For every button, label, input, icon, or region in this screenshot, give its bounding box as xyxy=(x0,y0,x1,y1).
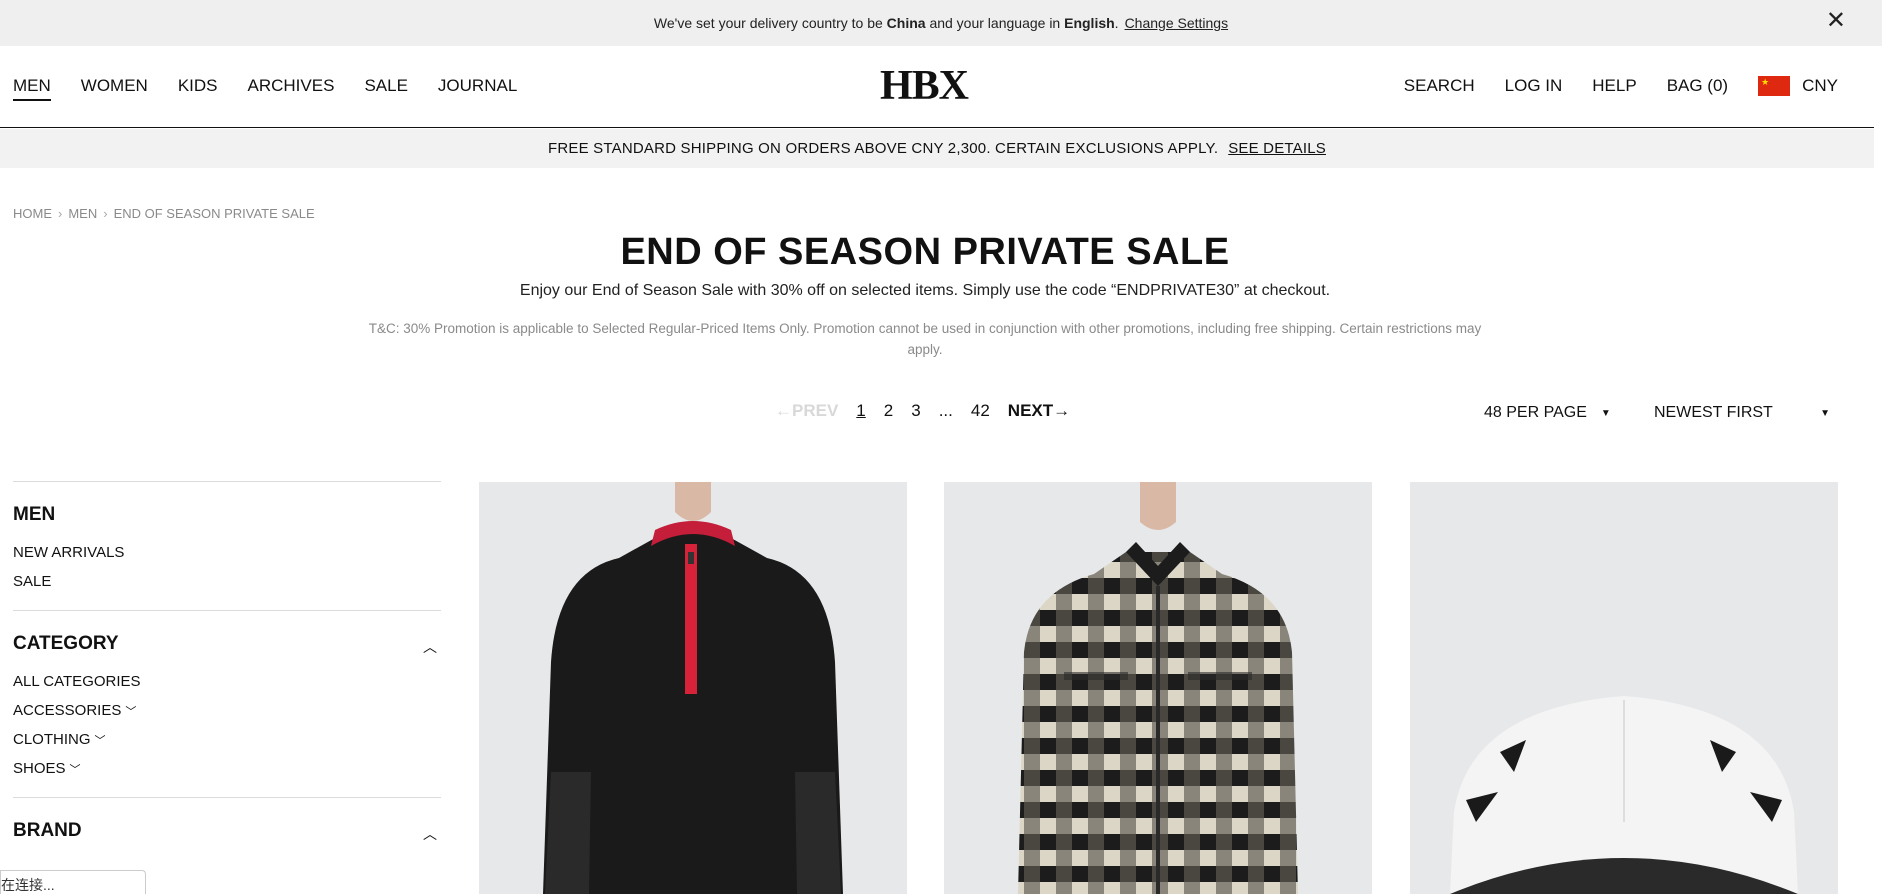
shipping-banner: FREE STANDARD SHIPPING ON ORDERS ABOVE C… xyxy=(0,129,1874,168)
notice-language: English xyxy=(1064,15,1115,31)
nav-women[interactable]: WOMEN xyxy=(81,76,148,101)
page-42-link[interactable]: 42 xyxy=(971,401,990,421)
chevron-down-icon: ﹀ xyxy=(69,763,81,776)
bag-link[interactable]: BAG (0) xyxy=(1667,76,1728,96)
category-heading: CATEGORY xyxy=(13,633,119,654)
caret-down-icon: ▼ xyxy=(1820,407,1830,419)
currency-selector[interactable]: CNY xyxy=(1758,76,1838,96)
breadcrumb-home[interactable]: HOME xyxy=(13,206,52,221)
connection-status: 在连接... xyxy=(0,870,146,894)
breadcrumb-separator-icon: › xyxy=(58,206,63,221)
accessories-label: ACCESSORIES xyxy=(13,702,122,719)
notice-country: China xyxy=(886,15,926,31)
product-card[interactable] xyxy=(1410,482,1838,894)
close-icon[interactable]: ✕ xyxy=(1826,9,1846,33)
help-link[interactable]: HELP xyxy=(1592,76,1636,96)
page-2-link[interactable]: 2 xyxy=(884,401,893,421)
page-3-link[interactable]: 3 xyxy=(911,401,920,421)
category-section: CATEGORY ︿ ALL CATEGORIES ACCESSORIES ﹀ … xyxy=(13,610,441,797)
brand-section: BRAND ︿ xyxy=(13,797,441,880)
main-nav: MEN WOMEN KIDS ARCHIVES SALE JOURNAL xyxy=(13,76,517,101)
page-1-link[interactable]: 1 xyxy=(856,401,865,421)
page-subtitle: Enjoy our End of Season Sale with 30% of… xyxy=(519,282,1331,299)
breadcrumb: HOME › MEN › END OF SEASON PRIVATE SALE xyxy=(13,206,315,221)
clothing-filter[interactable]: CLOTHING ﹀ xyxy=(13,731,441,748)
prev-page-button[interactable]: ←PREV xyxy=(775,401,838,421)
all-categories-link[interactable]: ALL CATEGORIES xyxy=(13,673,441,690)
sort-select[interactable]: NEWEST FIRST ▼ xyxy=(1654,404,1830,422)
sort-value: NEWEST FIRST xyxy=(1654,404,1773,421)
check-shirt-product-image xyxy=(944,482,1372,894)
see-details-link[interactable]: SEE DETAILS xyxy=(1228,140,1326,157)
shoes-filter[interactable]: SHOES ﹀ xyxy=(13,760,441,777)
nav-journal[interactable]: JOURNAL xyxy=(438,76,517,101)
per-page-value: 48 PER PAGE xyxy=(1484,404,1587,421)
caret-down-icon: ▼ xyxy=(1600,407,1611,419)
breadcrumb-men[interactable]: MEN xyxy=(68,206,97,221)
chevron-up-icon[interactable]: ︿ xyxy=(423,637,437,657)
fleece-product-image xyxy=(479,482,907,894)
brand-heading: BRAND xyxy=(13,820,82,841)
utility-nav: SEARCH LOG IN HELP BAG (0) CNY xyxy=(1404,76,1838,96)
nav-archives[interactable]: ARCHIVES xyxy=(248,76,335,101)
pagination: ←PREV 1 2 3 ... 42 NEXT→ xyxy=(775,401,1070,421)
breadcrumb-separator-icon: › xyxy=(103,206,108,221)
china-flag-icon xyxy=(1758,76,1791,96)
chevron-up-icon[interactable]: ︿ xyxy=(423,824,437,844)
nav-men[interactable]: MEN xyxy=(13,76,51,101)
chevron-down-icon: ﹀ xyxy=(94,734,106,747)
next-page-button[interactable]: NEXT→ xyxy=(1008,401,1070,421)
filter-sidebar: MEN NEW ARRIVALS SALE CATEGORY ︿ ALL CAT… xyxy=(13,481,441,880)
men-heading: MEN xyxy=(13,504,56,525)
shoes-label: SHOES xyxy=(13,760,66,777)
sale-link[interactable]: SALE xyxy=(13,573,441,590)
currency-label: CNY xyxy=(1802,76,1838,95)
notice-text-mid: and your language in xyxy=(929,15,1061,31)
nav-sale[interactable]: SALE xyxy=(364,76,407,101)
site-header: MEN WOMEN KIDS ARCHIVES SALE JOURNAL HBX… xyxy=(0,46,1874,128)
breadcrumb-current: END OF SEASON PRIVATE SALE xyxy=(113,206,315,221)
login-link[interactable]: LOG IN xyxy=(1505,76,1563,96)
accessories-filter[interactable]: ACCESSORIES ﹀ xyxy=(13,702,441,719)
clothing-label: CLOTHING xyxy=(13,731,91,748)
page-title: END OF SEASON PRIVATE SALE xyxy=(620,231,1230,273)
product-card[interactable] xyxy=(944,482,1372,894)
men-section: MEN NEW ARRIVALS SALE xyxy=(13,481,441,610)
search-link[interactable]: SEARCH xyxy=(1404,76,1475,96)
cap-product-image xyxy=(1410,482,1838,894)
product-card[interactable] xyxy=(479,482,907,894)
pagination-ellipsis: ... xyxy=(938,401,953,420)
chevron-down-icon: ﹀ xyxy=(125,705,137,718)
shipping-text: FREE STANDARD SHIPPING ON ORDERS ABOVE C… xyxy=(548,140,1219,157)
locale-notice-bar: We've set your delivery country to be Ch… xyxy=(0,0,1882,46)
per-page-select[interactable]: 48 PER PAGE ▼ xyxy=(1484,404,1611,422)
hbx-logo[interactable]: HBX xyxy=(880,62,969,110)
terms-text: T&C: 30% Promotion is applicable to Sele… xyxy=(368,321,1482,357)
notice-text-pre: We've set your delivery country to be xyxy=(653,15,883,31)
nav-kids[interactable]: KIDS xyxy=(178,76,218,101)
new-arrivals-link[interactable]: NEW ARRIVALS xyxy=(13,544,441,561)
change-settings-link[interactable]: Change Settings xyxy=(1125,15,1229,31)
